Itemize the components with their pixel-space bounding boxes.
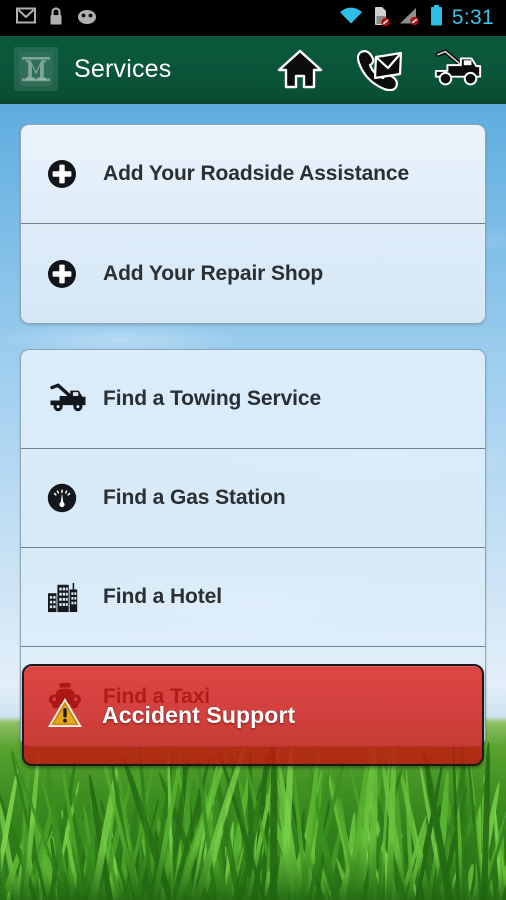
row-add-repair-shop[interactable]: Add Your Repair Shop: [21, 224, 485, 323]
page-title: Services: [74, 54, 172, 83]
app-header: Services: [0, 36, 506, 104]
status-bar-system-icons: 5:31: [339, 5, 506, 31]
tow-truck-icon[interactable]: [432, 45, 484, 93]
row-find-hotel[interactable]: Find a Hotel: [21, 548, 485, 647]
row-label: Add Your Roadside Assistance: [103, 162, 410, 185]
battery-icon: [430, 5, 443, 31]
sd-card-off-icon: [372, 6, 390, 31]
home-icon[interactable]: [274, 45, 326, 93]
fuel-gauge-icon: [47, 483, 93, 513]
android-icon: [76, 8, 98, 29]
gmail-icon: [16, 7, 36, 29]
warning-triangle-icon: [46, 696, 84, 735]
app-screen: 5:31 Services Add Your Roadside Assistan…: [0, 0, 506, 900]
accident-support-button[interactable]: Accident Support: [22, 664, 484, 766]
contact-phone-icon[interactable]: [353, 45, 405, 93]
accident-support-label: Accident Support: [102, 701, 296, 728]
plus-circle-icon: [47, 159, 93, 189]
row-label: Find a Gas Station: [103, 486, 286, 509]
app-header-actions: [274, 45, 506, 93]
tow-truck-icon: [47, 383, 93, 415]
app-logo[interactable]: [14, 47, 58, 91]
row-label: Find a Towing Service: [103, 387, 322, 410]
wifi-icon: [339, 7, 363, 30]
row-label: Find a Hotel: [103, 585, 222, 608]
clock-label: 5:31: [451, 6, 494, 29]
services-content: Add Your Roadside Assistance Add Your Re…: [0, 106, 506, 900]
row-add-roadside-assistance[interactable]: Add Your Roadside Assistance: [21, 125, 485, 224]
add-services-group: Add Your Roadside Assistance Add Your Re…: [20, 124, 486, 324]
lock-icon: [48, 6, 64, 31]
status-bar-notifications: [0, 6, 98, 31]
android-status-bar: 5:31: [0, 0, 506, 36]
row-find-towing-service[interactable]: Find a Towing Service: [21, 350, 485, 449]
row-find-gas-station[interactable]: Find a Gas Station: [21, 449, 485, 548]
buildings-icon: [47, 581, 93, 613]
row-label: Add Your Repair Shop: [103, 261, 324, 285]
plus-circle-icon: [47, 259, 93, 289]
signal-off-icon: [399, 7, 421, 30]
